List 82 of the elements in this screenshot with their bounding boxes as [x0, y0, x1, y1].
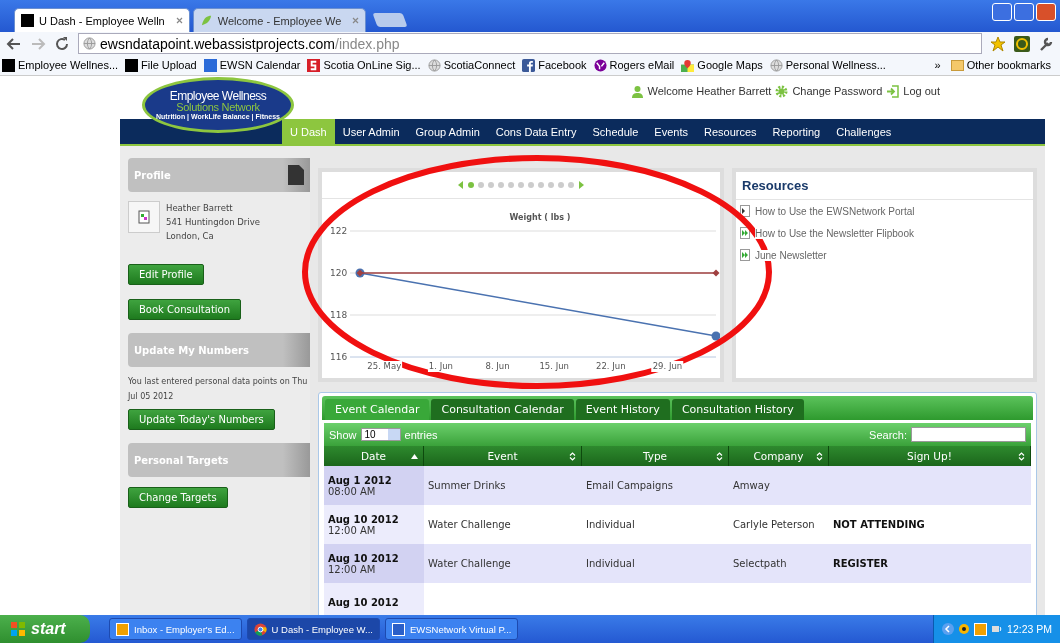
change-password-link[interactable]: Change Password	[792, 85, 883, 97]
date-cell: Aug 10 2012 12:00 AM	[324, 505, 424, 544]
table-cell: Summer Drinks	[424, 466, 582, 505]
column-header[interactable]: Company	[729, 446, 829, 466]
table-cell: Amway	[729, 466, 829, 505]
entries-label: entries	[404, 428, 438, 441]
change-targets-button[interactable]: Change Targets	[128, 487, 228, 508]
signup-link[interactable]: REGISTER	[829, 544, 1031, 583]
date-cell: Aug 10 2012 12:00 AM	[324, 544, 424, 583]
nav-item[interactable]: Reporting	[764, 119, 829, 144]
profile-button[interactable]: Edit Profile	[128, 264, 204, 285]
profile-button[interactable]: Book Consultation	[128, 299, 242, 320]
bookmark-folder[interactable]: Other bookmarks	[950, 59, 1051, 71]
nav-item[interactable]: Events	[646, 119, 696, 144]
bookmark[interactable]: Facebook	[522, 58, 587, 72]
calendar-tab[interactable]: Consultation History	[671, 399, 804, 420]
bookmark[interactable]: Employee Wellnes...	[2, 58, 119, 72]
section-header: Update My Numbers	[128, 333, 310, 367]
bookmark[interactable]: ScotiaConnect	[427, 58, 516, 72]
browser-tab[interactable]: Welcome - Employee We	[192, 8, 367, 32]
taskbar-button[interactable]: U Dash - Employee W...	[246, 618, 380, 640]
axis-label: 120	[330, 268, 348, 278]
resource-link[interactable]: June Newsletter	[755, 249, 827, 261]
chart-title: Weight ( lbs )	[509, 213, 571, 222]
axis-label: 29. Jun	[651, 361, 684, 372]
section-header: Personal Targets	[128, 443, 310, 477]
resource-link[interactable]: How to Use the EWSNetwork Portal	[755, 205, 915, 217]
table-cell: Water Challenge	[424, 544, 582, 583]
panel-title: Resources	[736, 172, 1033, 200]
column-header[interactable]: Sign Up!	[829, 446, 1031, 466]
date-cell: Aug 1 2012 08:00 AM	[324, 466, 424, 505]
bookmark[interactable]: Scotia OnLine Sig...	[307, 58, 421, 72]
column-header[interactable]: Type	[582, 446, 729, 466]
axis-label: 8. Jun	[484, 361, 511, 372]
welcome-text: Welcome Heather Barrett	[647, 85, 772, 97]
table-cell-text: Carlyle Peterson	[732, 518, 816, 532]
date-cell: Aug 10 2012	[324, 583, 424, 616]
bookmark[interactable]: EWSN Calendar	[203, 58, 301, 72]
axis-label: 116	[330, 352, 348, 362]
update-numbers-button[interactable]: Update Today's Numbers	[128, 409, 275, 430]
resource-link[interactable]: How to Use the Newsletter Flipbook	[755, 227, 914, 239]
signup-link[interactable]: NOT ATTENDING	[829, 505, 1031, 544]
bookmark[interactable]: Google Maps	[681, 58, 763, 72]
browser-tab[interactable]: U Dash - Employee Welln	[14, 8, 190, 32]
table-cell: Individual	[582, 544, 729, 583]
section-title: Profile	[134, 169, 171, 181]
profile-address: 541 Huntingdon Drive	[166, 216, 260, 229]
search-label: Search:	[869, 428, 907, 441]
bookmark[interactable]: Personal Wellness...	[769, 58, 886, 72]
entries-dropdown[interactable]: 10	[360, 428, 401, 441]
logout-link[interactable]: Log out	[903, 85, 940, 97]
last-entry-text: You last entered personal data points on Thu Jul 05 2012	[128, 376, 309, 403]
nav-item[interactable]: Group Admin	[407, 119, 488, 144]
clock: 12:23 PM	[1007, 623, 1052, 635]
bookmark[interactable]: File Upload	[125, 58, 197, 72]
axis-label: 22. Jun	[595, 361, 627, 372]
axis-label: 1. Jun	[427, 361, 454, 372]
bookmark[interactable]: Rogers eMail	[593, 58, 675, 72]
nav-item[interactable]: User Admin	[334, 119, 408, 144]
axis-label: 118	[330, 310, 348, 320]
axis-label: 15. Jun	[538, 361, 570, 372]
profile-name: Heather Barrett	[166, 202, 234, 215]
profile-city: London, Ca	[166, 230, 215, 243]
calendar-tab[interactable]: Event History	[575, 399, 670, 420]
column-header[interactable]: Event	[424, 446, 582, 466]
nav-item[interactable]: Schedule	[584, 119, 647, 144]
show-label: Show	[329, 428, 357, 441]
nav-item[interactable]: Challenges	[828, 119, 900, 144]
calendar-tab[interactable]: Consultation Calendar	[431, 399, 574, 420]
axis-label: 122	[330, 226, 348, 236]
column-header[interactable]: Date	[324, 446, 424, 466]
table-cell-text: Individual	[585, 518, 636, 532]
bookmarks-overflow[interactable]: »	[934, 59, 941, 71]
axis-label: 25. May	[366, 361, 403, 372]
nav-item[interactable]: Resources	[695, 119, 765, 144]
table-cell-text: Water Challenge	[427, 518, 512, 532]
address-bar[interactable]: ewsndatapoint.webassistprojects.com/index.php	[78, 33, 982, 54]
table-cell: Selectpath	[729, 544, 829, 583]
nav-item[interactable]: Cons Data Entry	[487, 119, 585, 144]
taskbar-button[interactable]: Inbox - Employer's Ed...	[109, 618, 242, 640]
table-cell: Email Campaigns	[582, 466, 729, 505]
taskbar-button[interactable]: EWSNetwork Virtual P...	[384, 618, 519, 640]
